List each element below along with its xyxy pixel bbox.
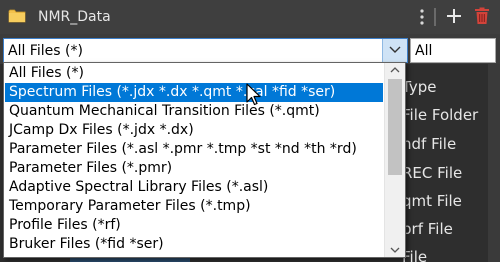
scroll-up-arrow-icon[interactable]: [390, 67, 400, 73]
list-item-type: ndf File: [402, 135, 457, 153]
scope-select[interactable]: All: [410, 38, 496, 63]
dropdown-option[interactable]: JCamp Dx Files (*.jdx *.dx): [5, 121, 383, 140]
file-browser-panel: NMR_Data Type File Folder ndf File REC F…: [0, 0, 500, 262]
dropdown-option[interactable]: Parameter Files (*.pmr): [5, 159, 383, 178]
chevron-down-icon: [389, 46, 401, 53]
trash-icon[interactable]: [474, 7, 490, 25]
dropdown-option[interactable]: Adaptive Spectral Library Files (*.asl): [5, 178, 383, 197]
dropdown-scrollbar[interactable]: [384, 63, 405, 257]
dropdown-option[interactable]: Temporary Parameter Files (*.tmp): [5, 197, 383, 216]
mouse-cursor-icon: [246, 83, 261, 106]
list-item-type: REC File: [402, 164, 463, 182]
plus-icon[interactable]: [446, 8, 462, 24]
dropdown-options: All Files (*) Spectrum Files (*.jdx *.dx…: [4, 63, 384, 257]
file-type-filter-select[interactable]: All Files (*): [3, 38, 408, 63]
folder-icon: [8, 9, 26, 23]
file-list-scrollbar[interactable]: [488, 64, 500, 262]
file-type-dropdown: All Files (*) Spectrum Files (*.jdx *.dx…: [3, 62, 406, 258]
scrollbar-thumb[interactable]: [388, 79, 402, 175]
dropdown-option[interactable]: All Files (*): [5, 64, 383, 83]
dropdown-option[interactable]: Quantum Mechanical Transition Files (*.q…: [5, 102, 383, 121]
toolbar-separator: [434, 8, 436, 26]
filter-dropdown-button[interactable]: [382, 39, 407, 62]
filter-selected-value: All Files (*): [8, 43, 83, 59]
dropdown-option[interactable]: Profile Files (*rf): [5, 216, 383, 235]
column-header-type[interactable]: Type: [402, 78, 436, 96]
title-bar: NMR_Data: [0, 0, 500, 34]
vertical-ellipsis-icon[interactable]: [416, 7, 428, 27]
dropdown-option-highlighted[interactable]: Spectrum Files (*.jdx *.dx *.qmt *.cal *…: [5, 83, 383, 102]
dropdown-option[interactable]: Bruker Files (*fid *ser): [5, 235, 383, 254]
list-item-type: File Folder: [402, 106, 479, 124]
folder-title: NMR_Data: [38, 9, 111, 25]
dropdown-option[interactable]: Parameter Files (*.asl *.pmr *.tmp *st *…: [5, 140, 383, 159]
list-item-type: prf File: [402, 220, 453, 238]
list-item-type: qmt File: [402, 192, 462, 210]
scroll-down-arrow-icon[interactable]: [390, 247, 400, 253]
scope-selected-value: All: [415, 43, 433, 59]
